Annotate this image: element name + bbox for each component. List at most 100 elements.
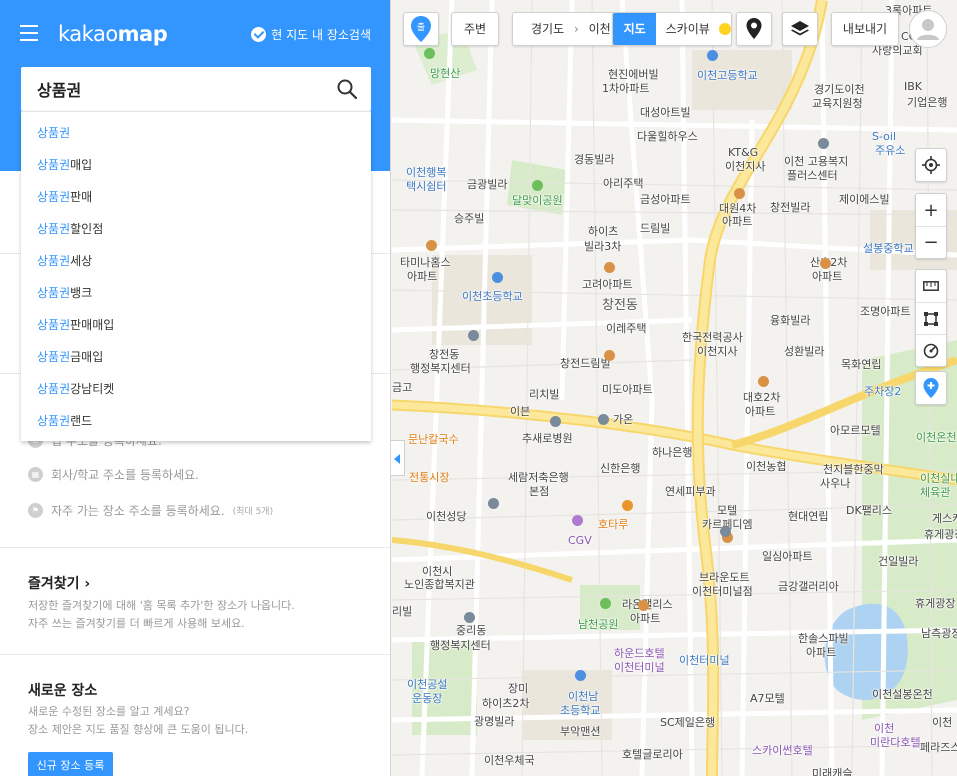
map-place-label[interactable]: 행정복지센터 — [410, 362, 471, 376]
suggestion-item[interactable]: 상품권뱅크 — [21, 277, 371, 309]
add-place-marker-button[interactable] — [915, 371, 947, 405]
map-place-label[interactable]: 경동빌라 — [574, 153, 614, 167]
map-place-label[interactable]: 한국전력공사 — [682, 331, 743, 345]
new-place-register-button[interactable]: 신규 장소 등록 — [28, 752, 113, 776]
map-place-label[interactable]: 전통시장 — [409, 471, 449, 485]
map-place-label[interactable]: 망현산 — [430, 67, 460, 81]
map-place-label[interactable]: 이천성당 — [426, 510, 466, 524]
map-place-label[interactable]: 중리동 — [456, 624, 486, 638]
suggestion-item[interactable]: 상품권 — [21, 117, 371, 149]
map-place-label[interactable]: DK팰리스 — [846, 504, 892, 518]
map-place-label[interactable]: 창전동 — [429, 348, 459, 362]
map-place-label[interactable]: 이천지사 — [725, 160, 765, 174]
map-place-label[interactable]: 경기도이천 — [814, 83, 865, 97]
map-place-label[interactable]: 하나은행 — [652, 446, 692, 460]
map-place-label[interactable]: 이천농협 — [746, 460, 786, 474]
map-place-label[interactable]: 이천공설 — [407, 678, 447, 692]
map-place-label[interactable]: 주유소 — [875, 144, 905, 158]
map-place-label[interactable]: 하운드호텔 — [614, 647, 665, 661]
map-place-label[interactable]: 미란다호텔 — [870, 736, 921, 750]
map-place-label[interactable]: 광명빌라 — [474, 715, 514, 729]
kakao-location-button[interactable]: 출 — [403, 12, 439, 46]
map-place-label[interactable]: 추새로병원 — [522, 432, 573, 446]
layers-button[interactable] — [782, 12, 818, 46]
search-input[interactable] — [37, 67, 327, 111]
map-place-label[interactable]: 게스케이드 — [932, 512, 957, 526]
map-place-label[interactable]: 교육지원청 — [812, 97, 863, 111]
suggestion-item[interactable]: 상품권랜드 — [21, 405, 371, 437]
map-place-label[interactable]: 아파트 — [630, 612, 660, 626]
map-place-label[interactable]: 이천우체국 — [484, 754, 535, 768]
map-place-label[interactable]: 승주빌 — [454, 212, 484, 226]
map-place-label[interactable]: 하이츠2차 — [482, 697, 529, 711]
panel-collapse-handle[interactable] — [391, 440, 405, 476]
favorites-title[interactable]: 즐겨찾기 › — [28, 573, 90, 593]
work-address-row[interactable]: ▦ 회사/학교 주소를 등록하세요. — [28, 466, 199, 483]
map-place-label[interactable]: 사우나 — [820, 477, 850, 491]
map-place-label[interactable]: 융화빌라 — [770, 314, 810, 328]
hamburger-menu-icon[interactable] — [20, 25, 38, 41]
map-place-label[interactable]: KT&G — [728, 146, 758, 160]
map-place-label[interactable]: 스카이썬호텔 — [752, 744, 813, 758]
map-place-label[interactable]: 택시쉼터 — [406, 180, 446, 194]
suggestion-item[interactable]: 상품권판매매입 — [21, 309, 371, 341]
zoom-in-button[interactable]: + — [916, 194, 946, 226]
profile-avatar-button[interactable] — [909, 10, 947, 48]
map-place-label[interactable]: 휴게광장 — [915, 597, 955, 611]
map-place-label[interactable]: 다울힐하우스 — [637, 130, 698, 144]
map-place-label[interactable]: 이천 — [932, 716, 952, 730]
map-place-label[interactable]: 페라즈스 — [920, 741, 957, 755]
map-place-label[interactable]: 미도아파트 — [602, 383, 653, 397]
map-place-label[interactable]: 남천공원 — [578, 618, 618, 632]
nearby-button[interactable]: 주변 — [451, 12, 499, 46]
map-place-label[interactable]: 운동장 — [412, 692, 442, 706]
map-place-label[interactable]: 이천고등학교 — [697, 69, 758, 83]
map-place-label[interactable]: 금강갤러리아 — [778, 580, 839, 594]
map-place-label[interactable]: 대호2차 — [743, 391, 780, 405]
map-place-label[interactable]: S-oil — [872, 130, 896, 144]
map-place-label[interactable]: 이천터미널 — [679, 654, 730, 668]
map-place-label[interactable]: SC제일은행 — [660, 716, 715, 730]
map-place-label[interactable]: 아리주택 — [603, 177, 643, 191]
map-place-label[interactable]: 리치빌 — [529, 388, 559, 402]
map-place-label[interactable]: 호텔글로리아 — [622, 748, 683, 762]
frequent-address-row[interactable]: ⚑ 자주 가는 장소 주소를 등록하세요. (최대 5개) — [28, 502, 273, 519]
map-place-label[interactable]: 창전빌라 — [770, 201, 810, 215]
map-place-label[interactable]: 아파트 — [812, 270, 842, 284]
map-place-label[interactable]: 문난칼국수 — [408, 433, 459, 447]
suggestion-item[interactable]: 상품권금매입 — [21, 341, 371, 373]
map-place-label[interactable]: 일심아파트 — [762, 550, 813, 564]
map-place-label[interactable]: 이븐 — [510, 405, 530, 419]
map-place-label[interactable]: 아파트 — [806, 646, 836, 660]
map-place-label[interactable]: 금성아파트 — [640, 193, 691, 207]
current-location-button[interactable] — [915, 148, 947, 182]
map-place-label[interactable]: 아모르모텔 — [830, 424, 881, 438]
suggestion-item[interactable]: 상품권강남티켓 — [21, 373, 371, 405]
map-place-label[interactable]: 플러스센터 — [787, 169, 838, 183]
map-place-label[interactable]: 창전동 — [602, 299, 638, 313]
map-place-label[interactable]: 신한은행 — [600, 462, 640, 476]
map-place-label[interactable]: 노인종합복지관 — [404, 578, 475, 592]
map-place-label[interactable]: 이천초등학교 — [462, 290, 523, 304]
map-place-label[interactable]: 건일빌라 — [878, 555, 918, 569]
map-place-label[interactable]: 미래캐슬 — [812, 767, 852, 776]
map-place-label[interactable]: 연세피부과 — [665, 485, 716, 499]
map-place-label[interactable]: 이천 — [874, 722, 894, 736]
map-place-label[interactable]: 이천설봉온천 — [872, 688, 933, 702]
suggestion-item[interactable]: 상품권판매 — [21, 181, 371, 213]
map-place-label[interactable]: 금고 — [392, 381, 412, 395]
map-place-label[interactable]: 이천온천 — [916, 431, 956, 445]
map-place-label[interactable]: 대성아트빌 — [640, 106, 691, 120]
ruler-button[interactable] — [916, 270, 946, 302]
map-place-label[interactable]: 달맞이공원 — [512, 194, 563, 208]
map-place-label[interactable]: 목화연립 — [841, 358, 881, 372]
map-place-label[interactable]: 현진에버빌 — [608, 68, 659, 82]
map-place-label[interactable]: 장미 — [508, 682, 528, 696]
map-place-label[interactable]: 아파트 — [745, 405, 775, 419]
suggestion-item[interactable]: 상품권매입 — [21, 149, 371, 181]
export-button[interactable]: 내보내기 — [831, 12, 899, 46]
map-place-label[interactable]: 아파트 — [722, 215, 752, 229]
map-place-label[interactable]: 부악맨션 — [560, 725, 600, 739]
map-place-label[interactable]: 설봉중학교 — [863, 242, 914, 256]
map-place-label[interactable]: 이천남 — [568, 690, 598, 704]
